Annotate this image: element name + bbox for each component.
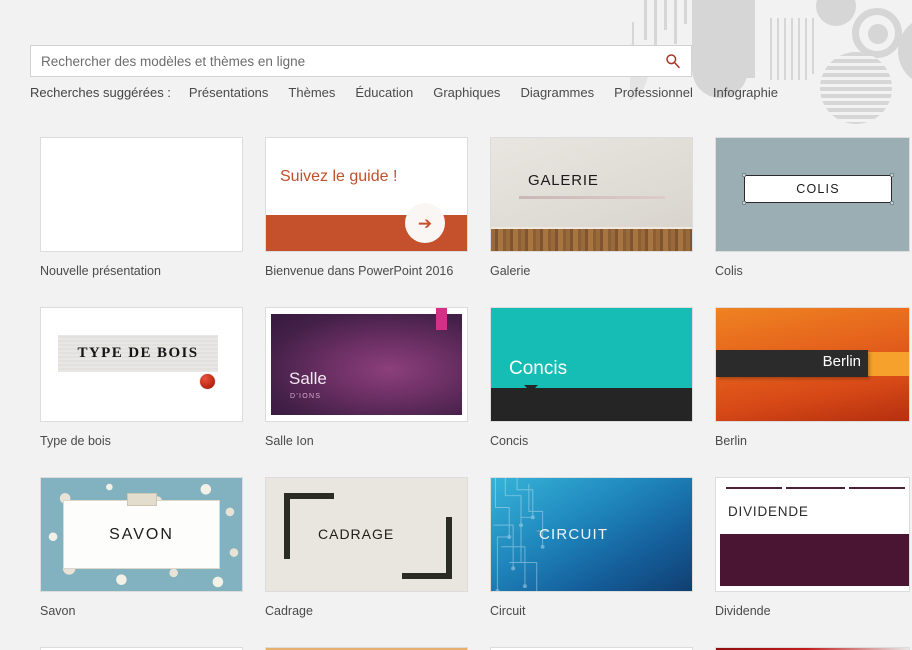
- thumbnail-title: CADRAGE: [318, 526, 395, 542]
- template-card-type-de-bois[interactable]: TYPE DE BOIS Type de bois: [40, 307, 265, 448]
- thumbnail-tag: [126, 493, 157, 506]
- template-row: Nouvelle présentation Suivez le guide ! …: [40, 137, 912, 278]
- template-thumbnail-salle-ion[interactable]: Salle D'IONS: [265, 307, 468, 422]
- template-card-galerie[interactable]: GALERIE Galerie: [490, 137, 715, 278]
- thumbnail-title: Salle: [289, 369, 327, 388]
- template-caption: Concis: [490, 434, 529, 448]
- thumbnail-title: Berlin: [822, 353, 861, 370]
- template-caption: Dividende: [715, 604, 771, 618]
- thumbnail-rules: [726, 487, 905, 489]
- suggested-searches: Recherches suggérées : Présentations Thè…: [30, 85, 798, 100]
- template-card-circuit[interactable]: CIRCUIT Circuit: [490, 477, 715, 618]
- suggested-link-themes[interactable]: Thèmes: [288, 85, 335, 100]
- template-thumbnail-type-de-bois[interactable]: TYPE DE BOIS: [40, 307, 243, 422]
- template-thumbnail-bienvenue[interactable]: Suivez le guide ! ➔: [265, 137, 468, 252]
- template-caption: Circuit: [490, 604, 526, 618]
- template-card-bienvenue[interactable]: Suivez le guide ! ➔ Bienvenue dans Power…: [265, 137, 490, 278]
- thumbnail-title: Suivez le guide !: [280, 168, 398, 185]
- thumbnail-title: CIRCUIT: [539, 526, 609, 543]
- thumbnail-band: TYPE DE BOIS: [58, 335, 218, 372]
- selection-handle: [742, 173, 746, 177]
- template-caption: Colis: [715, 264, 743, 278]
- suggested-searches-label: Recherches suggérées :: [30, 85, 171, 100]
- selection-handle: [742, 201, 746, 205]
- template-gallery-page: Recherches suggérées : Présentations Thè…: [0, 0, 912, 650]
- thumbnail-arrow-circle: ➔: [405, 203, 445, 243]
- suggested-link-education[interactable]: Éducation: [355, 85, 413, 100]
- thumbnail-title: GALERIE: [528, 172, 599, 189]
- thumbnail-title: TYPE DE BOIS: [77, 345, 199, 361]
- template-thumbnail-galerie[interactable]: GALERIE: [490, 137, 693, 252]
- thumbnail-title: Concis: [509, 358, 568, 379]
- thumbnail-tab-accent: [436, 308, 447, 330]
- thumbnail-rule: [519, 196, 665, 199]
- template-card-salle-ion[interactable]: Salle D'IONS Salle Ion: [265, 307, 490, 448]
- template-caption: Bienvenue dans PowerPoint 2016: [265, 264, 454, 278]
- thumbnail-band: Berlin: [716, 350, 868, 377]
- template-card-nouvelle-presentation[interactable]: Nouvelle présentation: [40, 137, 265, 278]
- search-bar: [30, 45, 692, 77]
- search-box[interactable]: [30, 45, 692, 77]
- thumbnail-seal: [200, 374, 215, 389]
- thumbnail-band: [491, 388, 692, 421]
- thumbnail-wood-floor: [491, 227, 692, 251]
- suggested-link-professionnel[interactable]: Professionnel: [614, 85, 693, 100]
- suggested-link-infographie[interactable]: Infographie: [713, 85, 778, 100]
- search-icon: [666, 54, 680, 69]
- thumbnail-subtitle: D'IONS: [290, 393, 322, 400]
- template-caption: Type de bois: [40, 434, 111, 448]
- search-button[interactable]: [656, 47, 690, 75]
- template-caption: Cadrage: [265, 604, 313, 618]
- template-thumbnail-berlin[interactable]: Berlin: [715, 307, 910, 422]
- thumbnail-title: SAVON: [109, 525, 174, 543]
- template-row: SAVON Savon CADRAGE Cadrage CIRCUIT Circ…: [40, 477, 912, 618]
- template-thumbnail-concis[interactable]: Concis: [490, 307, 693, 422]
- template-caption: Salle Ion: [265, 434, 314, 448]
- selection-handle: [890, 201, 894, 205]
- template-thumbnail-circuit[interactable]: CIRCUIT: [490, 477, 693, 592]
- template-thumbnail-savon[interactable]: SAVON: [40, 477, 243, 592]
- suggested-link-presentations[interactable]: Présentations: [189, 85, 269, 100]
- template-card-cadrage[interactable]: CADRAGE Cadrage: [265, 477, 490, 618]
- search-input[interactable]: [41, 46, 653, 76]
- suggested-link-diagrammes[interactable]: Diagrammes: [520, 85, 594, 100]
- template-row: TYPE DE BOIS Type de bois Salle D'IONS S…: [40, 307, 912, 448]
- template-card-savon[interactable]: SAVON Savon: [40, 477, 265, 618]
- template-caption: Berlin: [715, 434, 747, 448]
- thumbnail-card: SAVON: [63, 500, 220, 569]
- template-card-berlin[interactable]: Berlin Berlin: [715, 307, 912, 448]
- template-thumbnail-colis[interactable]: COLIS: [715, 137, 910, 252]
- template-caption: Savon: [40, 604, 76, 618]
- template-card-colis[interactable]: COLIS Colis: [715, 137, 912, 278]
- arrow-right-icon: ➔: [417, 213, 433, 233]
- selection-handle: [890, 173, 894, 177]
- suggested-link-graphiques[interactable]: Graphiques: [433, 85, 500, 100]
- template-card-dividende[interactable]: DIVIDENDE Dividende: [715, 477, 912, 618]
- thumbnail-color-block: [720, 534, 909, 586]
- thumbnail-notch: [524, 385, 538, 392]
- template-thumbnail-dividende[interactable]: DIVIDENDE: [715, 477, 910, 592]
- thumbnail-inner: Salle D'IONS: [271, 314, 462, 415]
- template-card-concis[interactable]: Concis Concis: [490, 307, 715, 448]
- template-caption: Galerie: [490, 264, 531, 278]
- template-thumbnail-cadrage[interactable]: CADRAGE: [265, 477, 468, 592]
- thumbnail-accent-block: [868, 352, 909, 376]
- thumbnail-corner-bracket-bottom-right: [402, 517, 452, 579]
- thumbnail-title: COLIS: [744, 175, 892, 203]
- thumbnail-title: DIVIDENDE: [728, 504, 809, 519]
- template-thumbnail-blank[interactable]: [40, 137, 243, 252]
- template-grid: Nouvelle présentation Suivez le guide ! …: [40, 137, 912, 650]
- template-caption: Nouvelle présentation: [40, 264, 161, 278]
